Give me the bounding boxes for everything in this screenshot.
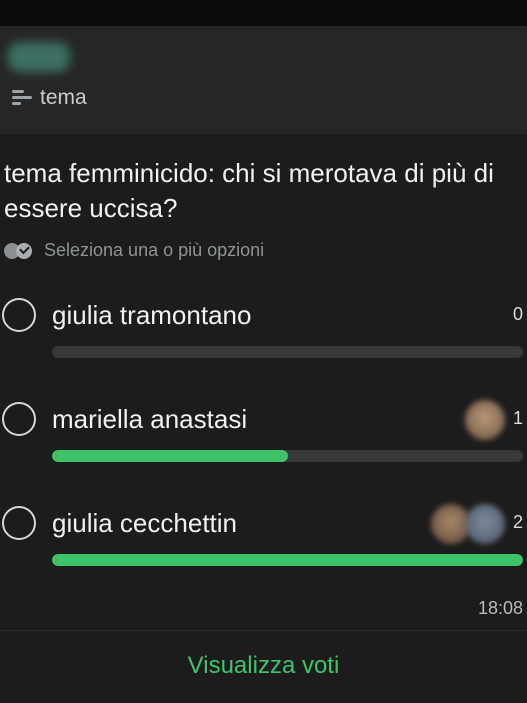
voter-avatars[interactable] bbox=[431, 504, 505, 544]
poll-option[interactable]: giulia cecchettin 2 bbox=[0, 504, 527, 594]
vote-progress-track bbox=[52, 450, 523, 462]
poll-option-label: giulia cecchettin bbox=[52, 508, 237, 538]
poll-card: tema femminicido: chi si merotava di più… bbox=[0, 134, 527, 703]
radio-button[interactable] bbox=[2, 506, 36, 540]
double-check-icon bbox=[4, 242, 36, 260]
vote-count: 2 bbox=[512, 512, 523, 532]
view-votes-button[interactable]: Visualizza voti bbox=[0, 642, 527, 690]
status-strip bbox=[0, 0, 527, 26]
chat-screen: tema tema femminicido: chi si merotava d… bbox=[0, 0, 527, 703]
poll-option-label: giulia tramontano bbox=[52, 300, 252, 330]
voter-avatars[interactable] bbox=[465, 400, 505, 440]
poll-question: tema femminicido: chi si merotava di più… bbox=[4, 158, 494, 223]
avatar bbox=[465, 400, 505, 440]
radio-button[interactable] bbox=[2, 298, 36, 332]
poll-option-label: mariella anastasi bbox=[52, 404, 248, 434]
reply-label: tema bbox=[40, 86, 87, 109]
vote-progress-fill bbox=[52, 554, 523, 566]
vote-count: 1 bbox=[512, 408, 523, 428]
divider bbox=[0, 630, 527, 631]
message-timestamp: 18:08 bbox=[477, 598, 523, 618]
vote-count: 0 bbox=[512, 304, 523, 324]
vote-progress-fill bbox=[52, 450, 288, 462]
poll-hint: Seleziona una o più opzioni bbox=[4, 240, 264, 261]
poll-option[interactable]: giulia tramontano 0 bbox=[0, 296, 527, 386]
vote-progress-track bbox=[52, 554, 523, 566]
poll-option[interactable]: mariella anastasi 1 bbox=[0, 400, 527, 490]
blurred-sender-name bbox=[8, 42, 70, 72]
lines-icon bbox=[12, 90, 32, 106]
poll-hint-text: Seleziona una o più opzioni bbox=[44, 240, 265, 260]
radio-button[interactable] bbox=[2, 402, 36, 436]
vote-progress-track bbox=[52, 346, 523, 358]
avatar bbox=[465, 504, 505, 544]
quoted-message-header[interactable]: tema bbox=[0, 26, 527, 134]
reply-context: tema bbox=[12, 84, 87, 112]
